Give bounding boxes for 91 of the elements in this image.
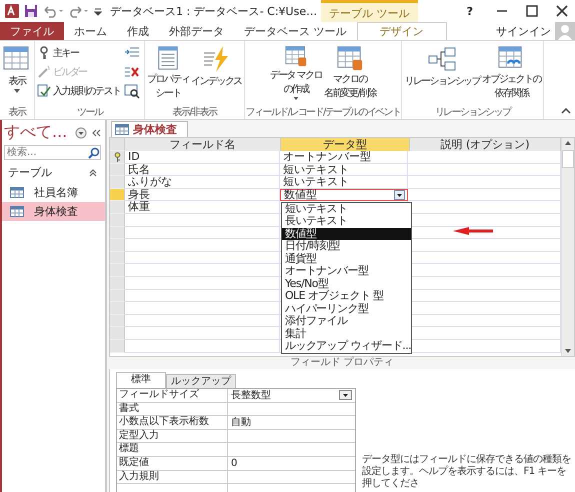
macro-icon	[334, 45, 365, 71]
table-icon	[10, 187, 24, 198]
ribbon-tab[interactable]: データベース ツール	[234, 22, 356, 40]
table-cell: ID	[125, 151, 280, 164]
list-option[interactable]: 添付ファイル	[282, 315, 411, 328]
scroll-thumb[interactable]	[562, 150, 574, 168]
help-text: データ型にはフィールドに保存できる値の種類を設定します。ヘルプを表示するには、F1 キーを押してくださ	[362, 454, 572, 490]
search-icon[interactable]	[88, 147, 100, 159]
table-cell: 短いテキスト	[280, 164, 408, 176]
ribbon-button[interactable]: オブジェクトの 依存関係	[480, 43, 542, 100]
property-label: 入力規則	[117, 470, 228, 484]
property-label: 定型入力	[117, 430, 228, 442]
ribbon-tab[interactable]: 作成	[117, 22, 159, 40]
collapse-ribbon-icon[interactable]	[561, 108, 571, 114]
table-cell: 氏名	[125, 164, 280, 176]
table-cell: 身長	[125, 188, 280, 202]
nav-item[interactable]: 身体検査	[2, 202, 105, 221]
ribbon-button[interactable]: マクロの 名前変更/削除	[322, 43, 378, 100]
context-tab-title: テーブル ツール	[321, 0, 418, 22]
list-option[interactable]: 日付/時刻型	[282, 240, 411, 252]
property-tab[interactable]: ルックアップ	[166, 374, 236, 388]
group-label: リレーションシップ	[434, 106, 510, 119]
help-button[interactable]: ?	[466, 4, 473, 18]
list-option[interactable]: 長いテキスト	[282, 215, 411, 228]
close-icon[interactable]	[556, 5, 568, 17]
list-option[interactable]: ルックアップ ウィザード...	[282, 340, 411, 352]
diagram-icon	[427, 45, 458, 73]
column-header: データ型	[281, 138, 410, 151]
section-label: フィールド プロパティ	[289, 357, 395, 369]
table-search-icon[interactable]	[124, 82, 140, 98]
document-tab[interactable]: 身体検査	[111, 121, 188, 137]
sign-in-link[interactable]: サインイン	[496, 22, 551, 40]
scrollbar[interactable]	[561, 138, 574, 356]
group-label: フィールド/レコード/テーブルのイベント	[246, 106, 400, 119]
collapse-pane-icon[interactable]	[91, 128, 102, 136]
data-type-field[interactable]: 数値型	[280, 188, 408, 202]
ribbon-tab[interactable]: デザイン	[356, 22, 446, 40]
property-value[interactable]: 自動	[228, 416, 355, 429]
arrow-icon	[453, 227, 493, 235]
property-label: 既定値	[117, 456, 228, 470]
ribbon-tab[interactable]: ファイル	[0, 22, 64, 40]
table-cell: オートナンバー型	[280, 151, 408, 164]
table-icon	[115, 124, 129, 135]
list-option[interactable]: 集計	[282, 328, 411, 340]
ribbon-button[interactable]: 表示	[1, 43, 33, 100]
table-cell: 体重	[125, 201, 280, 214]
group-label: 表示	[8, 106, 26, 119]
window-title: データベース1 : データベース- C:¥Use…	[110, 4, 318, 18]
ribbon-tab[interactable]: 外部データ	[159, 22, 234, 40]
column-header: フィールド名	[125, 138, 281, 151]
nav-item[interactable]: 社員名簿	[2, 183, 105, 202]
checklist-icon	[37, 84, 51, 98]
table-cell: ふりがな	[125, 176, 280, 189]
ribbon-button[interactable]: インデックス	[190, 43, 243, 100]
wand-icon	[37, 64, 51, 78]
search-field[interactable]: 検索...	[4, 145, 101, 160]
maximize-icon[interactable]	[526, 5, 538, 17]
dropdown-circle-icon[interactable]	[75, 126, 88, 138]
property-label: 標題	[117, 443, 228, 456]
property-value[interactable]: 長整数型	[228, 389, 355, 402]
property-label: フィールドサイズ	[117, 389, 228, 402]
list-option[interactable]: 数値型	[282, 228, 411, 240]
collapse-section-icon[interactable]	[89, 168, 97, 176]
app-icon[interactable]	[4, 3, 20, 19]
list-option[interactable]: ハイパーリンク型	[282, 302, 411, 315]
property-tab[interactable]: 標準	[116, 372, 166, 388]
ribbon-button[interactable]: データ マクロ の作成	[268, 43, 323, 100]
list-option[interactable]: OLE オブジェクト 型	[282, 290, 411, 302]
ribbon-tab[interactable]: ホーム	[64, 22, 117, 40]
table-cell: 短いテキスト	[280, 176, 408, 189]
list-option[interactable]: Yes/No型	[282, 278, 411, 290]
row-selector[interactable]	[110, 151, 125, 164]
column-header: 説明 (オプション)	[410, 138, 561, 151]
nav-pane-title[interactable]: すべて...	[4, 122, 68, 143]
ribbon-button[interactable]: 入力規則のテスト	[36, 81, 122, 100]
list-option[interactable]: 通貨型	[282, 252, 411, 265]
property-label: 書式	[117, 402, 228, 416]
table-icon	[10, 206, 24, 217]
undo-icon[interactable]	[42, 4, 64, 18]
section-header[interactable]: テーブル	[8, 165, 52, 180]
list-option[interactable]: 短いテキスト	[282, 202, 411, 215]
customize-icon[interactable]	[94, 6, 102, 16]
ribbon-button[interactable]: 主キー	[36, 43, 122, 62]
property-label: 小数点以下表示桁数	[117, 416, 228, 429]
ribbon-button[interactable]: プロパティ シート	[146, 43, 190, 100]
group-label: ツール	[77, 106, 102, 119]
ribbon-button[interactable]: リレーションシップ	[403, 43, 481, 100]
group-label: 表示/非表示	[172, 106, 216, 119]
property-value[interactable]: 0	[228, 456, 355, 470]
save-icon[interactable]	[24, 4, 38, 18]
list-option[interactable]: オートナンバー型	[282, 265, 411, 278]
